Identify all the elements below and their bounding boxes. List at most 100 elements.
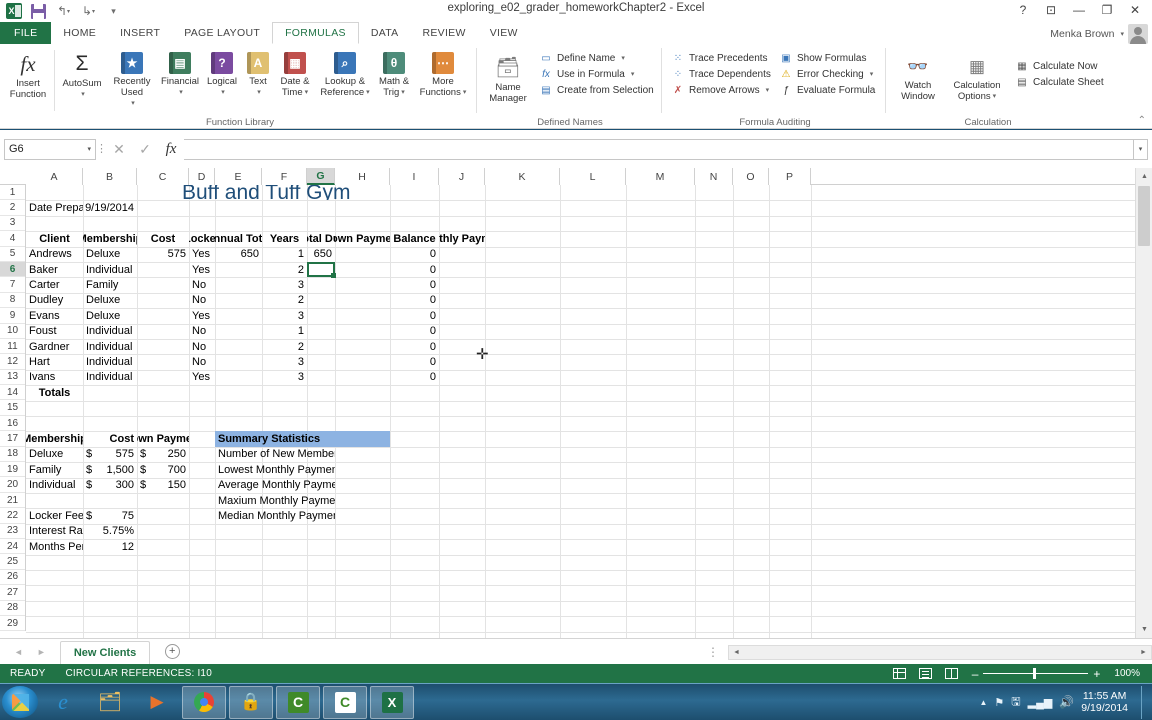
confirm-entry-icon[interactable]: ✓ (132, 138, 158, 160)
cell-G5[interactable]: 650 (307, 247, 335, 262)
cell-I13[interactable]: 0 (390, 370, 439, 385)
tab-file[interactable]: FILE (0, 22, 52, 44)
cell-B13[interactable]: Individual (83, 370, 137, 385)
cell-A22[interactable]: Locker Fee (26, 508, 83, 523)
cell-F5[interactable]: 1 (262, 247, 307, 262)
cell-F10[interactable]: 1 (262, 324, 307, 339)
cell-G4[interactable]: Total Due (307, 231, 335, 246)
cell-B4[interactable]: Membership (83, 231, 137, 246)
scroll-right-icon[interactable]: ► (1136, 646, 1151, 659)
cell-B17[interactable]: Cost (83, 431, 137, 446)
zoom-in-button[interactable]: + (1093, 668, 1100, 680)
cell-A24[interactable]: Months Per Year (26, 539, 83, 554)
cell-E20[interactable]: Average Monthly Payment (215, 478, 335, 493)
cell-C4[interactable]: Cost (137, 231, 189, 246)
row-header-24[interactable]: 24 (0, 538, 25, 555)
tab-view[interactable]: VIEW (478, 22, 530, 44)
selected-cell-G6[interactable] (307, 262, 336, 279)
cell-B11[interactable]: Individual (83, 339, 137, 354)
chevron-down-icon[interactable]: ▾ (401, 87, 405, 98)
cell-D9[interactable]: Yes (189, 308, 215, 323)
more-functions-button[interactable]: ⋯ More Functions ▾ (414, 48, 472, 98)
cell-C5[interactable]: 575 (137, 247, 189, 262)
cell-E17[interactable]: Summary Statistics (215, 431, 390, 447)
zoom-track[interactable] (983, 668, 1089, 679)
remove-arrows-button[interactable]: ✗ Remove Arrows ▾ (668, 82, 774, 98)
column-header-B[interactable]: B (83, 168, 137, 185)
column-header-K[interactable]: K (485, 168, 560, 185)
watch-window-button[interactable]: 👓 Watch Window (894, 52, 942, 102)
calculation-options-button[interactable]: ▦ Calculation Options ▾ (946, 52, 1008, 102)
show-hidden-icons-icon[interactable]: ▲ (979, 698, 987, 707)
cell-F4[interactable]: Years (262, 231, 307, 246)
error-checking-button[interactable]: ⚠ Error Checking ▾ (776, 66, 878, 82)
cell-D7[interactable]: No (189, 277, 215, 292)
row-header-14[interactable]: 14 (0, 385, 25, 401)
taskbar-internet-explorer[interactable]: e (41, 686, 85, 719)
column-header-D[interactable]: D (189, 168, 215, 185)
close-button[interactable]: ✕ (1122, 1, 1148, 19)
cell-F7[interactable]: 3 (262, 277, 307, 292)
cell-D8[interactable]: No (189, 293, 215, 308)
trace-dependents-button[interactable]: ⁘ Trace Dependents (668, 66, 774, 82)
cell-A4[interactable]: Client (26, 231, 83, 246)
cell-E21[interactable]: Maxium Monthly Payment (215, 493, 335, 508)
cell-F11[interactable]: 2 (262, 339, 307, 354)
cell-D12[interactable]: No (189, 354, 215, 369)
date-time-button[interactable]: ▦ Date & Time ▾ (274, 48, 316, 98)
row-header-12[interactable]: 12 (0, 354, 25, 370)
zoom-thumb[interactable] (1033, 668, 1037, 679)
cell-I11[interactable]: 0 (390, 339, 439, 354)
column-header-N[interactable]: N (695, 168, 733, 185)
horizontal-scroll-thumb[interactable] (745, 646, 1135, 658)
chevron-down-icon[interactable]: ▾ (81, 89, 85, 100)
cell-A13[interactable]: Ivans (26, 370, 83, 385)
create-from-selection-button[interactable]: ▤ Create from Selection (536, 82, 657, 98)
row-header-28[interactable]: 28 (0, 600, 25, 616)
row-header-13[interactable]: 13 (0, 369, 25, 386)
tab-home[interactable]: HOME (51, 22, 108, 44)
logical-button[interactable]: ? Logical ▾ (202, 48, 242, 98)
chevron-down-icon[interactable]: ▾ (870, 70, 874, 78)
cell-B8[interactable]: Deluxe (83, 293, 137, 308)
cell-C17[interactable]: Down Payment (137, 431, 189, 446)
cell-A20[interactable]: Individual (26, 478, 83, 493)
minimize-button[interactable]: — (1066, 1, 1092, 19)
trace-precedents-button[interactable]: ⁙ Trace Precedents (668, 50, 774, 66)
row-header-8[interactable]: 8 (0, 292, 25, 309)
insert-function-button[interactable]: fx Insert Function (6, 48, 50, 100)
row-header-27[interactable]: 27 (0, 585, 25, 601)
cell-B2[interactable]: 9/19/2014 (83, 200, 137, 215)
cell-F13[interactable]: 3 (262, 370, 307, 385)
chevron-down-icon[interactable]: ▾ (993, 91, 997, 102)
horizontal-scrollbar[interactable]: ◄ ► (728, 644, 1152, 660)
show-formulas-button[interactable]: ▣ Show Formulas (776, 50, 878, 66)
cell-B12[interactable]: Individual (83, 354, 137, 369)
cell-B19[interactable]: 1,500 (83, 462, 137, 477)
row-header-23[interactable]: 23 (0, 523, 25, 539)
formula-input[interactable] (184, 138, 1134, 160)
chevron-down-icon[interactable]: ▾ (305, 87, 309, 98)
cell-A17[interactable]: Membership (26, 431, 83, 446)
cell-E18[interactable]: Number of New Members (215, 447, 335, 462)
column-header-M[interactable]: M (626, 168, 695, 185)
cell-I12[interactable]: 0 (390, 354, 439, 369)
cell-F12[interactable]: 3 (262, 354, 307, 369)
cell-C20[interactable]: 150 (137, 478, 189, 493)
column-header-L[interactable]: L (560, 168, 626, 185)
restore-button[interactable]: ❐ (1094, 1, 1120, 19)
column-header-J[interactable]: J (439, 168, 485, 185)
zoom-level[interactable]: 100% (1110, 668, 1148, 679)
cell-A9[interactable]: Evans (26, 308, 83, 323)
cell-A11[interactable]: Gardner (26, 339, 83, 354)
autosum-button[interactable]: Σ AutoSum ▾ (58, 48, 106, 100)
insert-function-icon[interactable]: fx (158, 138, 184, 160)
chevron-down-icon[interactable]: ▾ (366, 87, 370, 98)
network-icon[interactable]: ▂▄▆ (1028, 696, 1053, 709)
normal-view-icon[interactable] (890, 666, 910, 681)
scroll-up-icon[interactable]: ▲ (1136, 168, 1152, 185)
cell-B24[interactable]: 12 (83, 539, 137, 554)
chevron-down-icon[interactable]: ▾ (766, 86, 770, 94)
cell-A6[interactable]: Baker (26, 262, 83, 277)
cell-D1[interactable]: Buff and Tuff Gym (179, 185, 439, 200)
